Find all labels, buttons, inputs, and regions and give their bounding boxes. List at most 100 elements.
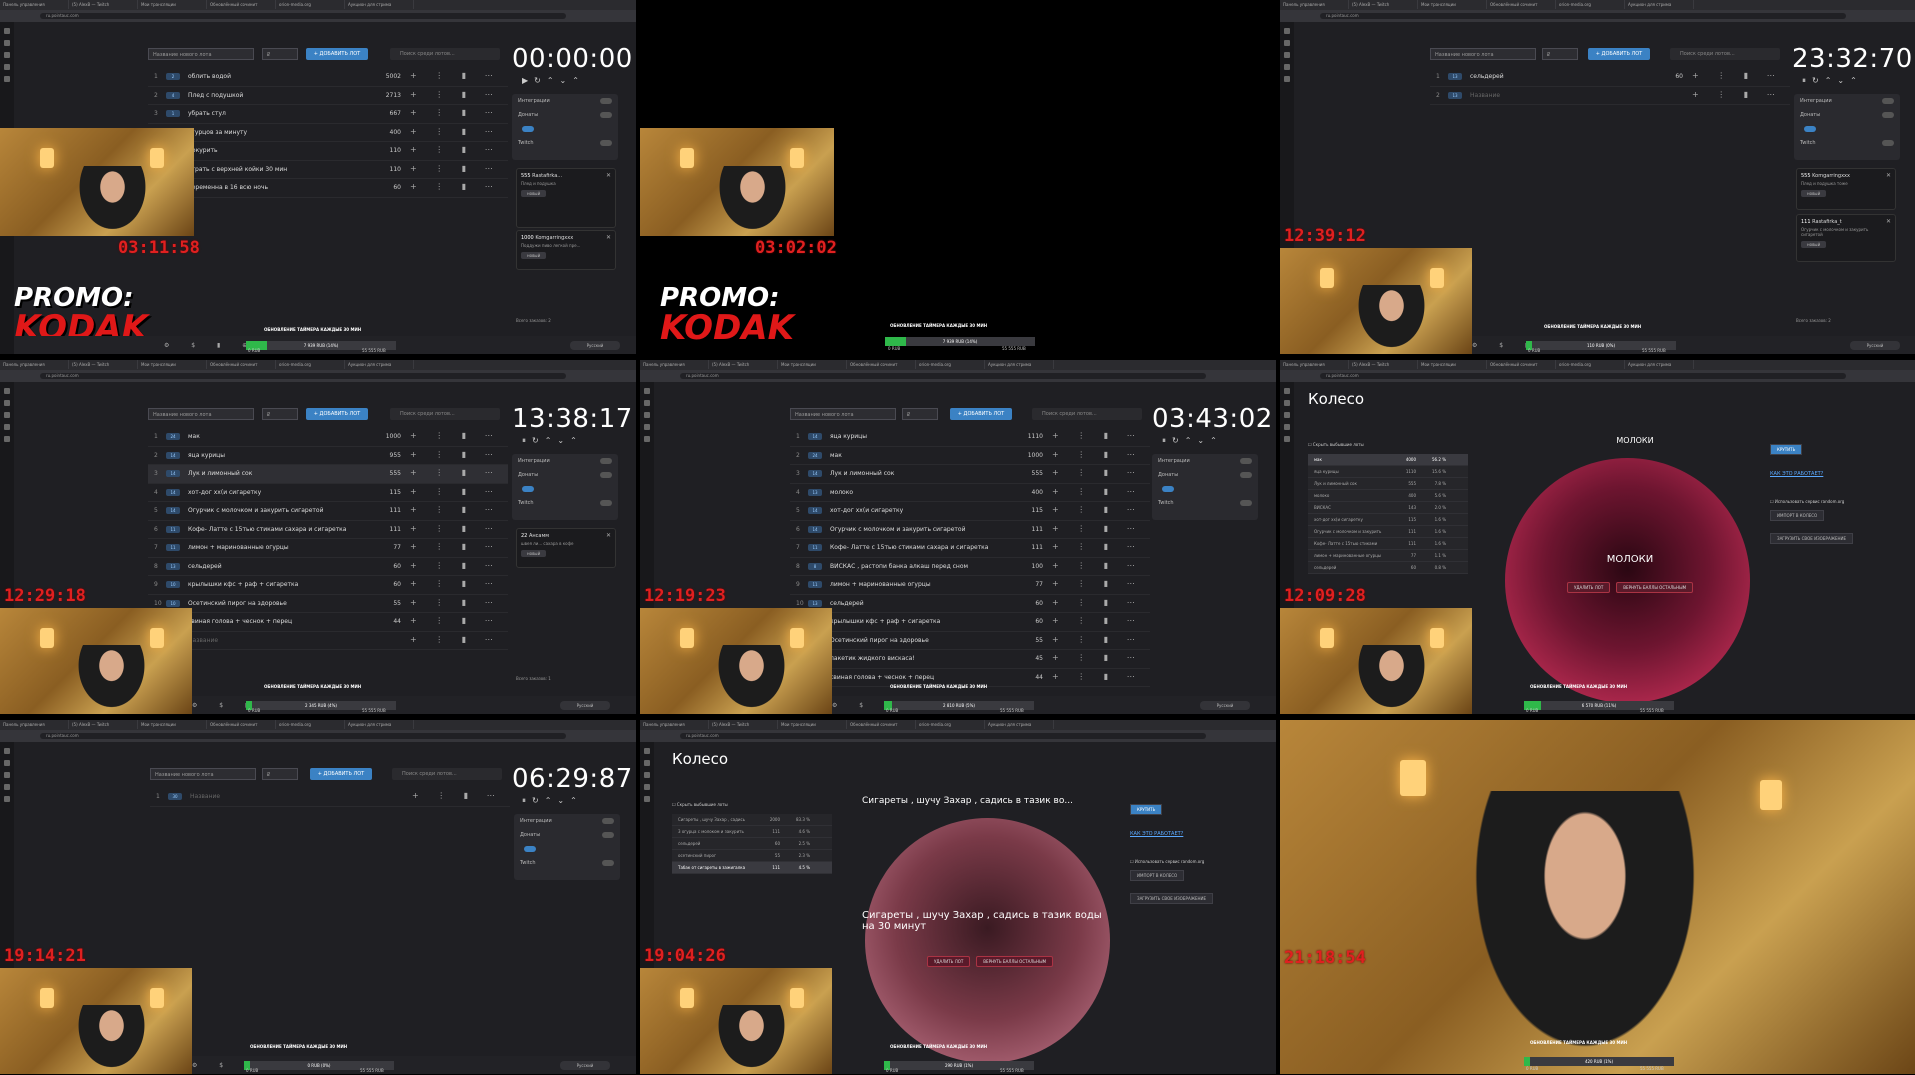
lot-row[interactable]: играть с верхней койки 30 мин 110 + ⋮ ▮ ⋯ [148, 161, 508, 179]
random-org-checkbox[interactable]: ☐ Использовать сервис random.org [1130, 859, 1266, 864]
close-icon[interactable]: ✕ [1886, 218, 1891, 225]
wheel-lot-row[interactable]: осетинский пирог 55 2.3 % [672, 850, 832, 862]
import-button[interactable]: ИМПОРТ В КОЛЕСО [1130, 870, 1185, 881]
lot-row[interactable]: 2 14 яца курицы 955 + ⋮ ▮ ⋯ [148, 447, 508, 465]
language-select[interactable]: Русский [1200, 701, 1250, 710]
wheel-lot-row[interactable]: мак 4000 56.2 % [1308, 454, 1468, 466]
timer-controls[interactable]: ⏸↻⌃⌄⌃ [522, 796, 583, 806]
new-lot-input[interactable]: Название нового лота [148, 48, 254, 60]
wheel-lot-row[interactable]: Табак от сигареты в зажигалка 111 4.5 % [672, 862, 832, 874]
add-lot-button[interactable]: + ДОБАВИТЬ ЛОТ [306, 408, 368, 420]
lot-row[interactable]: пакетик жидкого вискаса! 45 + ⋮ ▮ ⋯ [790, 650, 1150, 669]
browser-tabs[interactable]: Панель управления (5) AlexB — Twitch Мои т… [1280, 360, 1915, 370]
timer-controls[interactable]: ⏸↻⌃⌄⌃ [1802, 76, 1863, 86]
lot-row[interactable]: свиная голова + чеснок + перец 44 + ⋮ ▮ ⋯ [148, 613, 508, 632]
lot-row[interactable]: 5 14 Огурчик с молочком и закурить сигарет… [148, 502, 508, 521]
close-icon[interactable]: ✕ [1886, 172, 1891, 179]
import-button[interactable]: ИМПОРТ В КОЛЕСО [1770, 510, 1825, 521]
twitch-toggle[interactable] [1882, 140, 1894, 146]
new-lot-input[interactable]: Название нового лота [148, 408, 254, 420]
lot-row[interactable]: 3 1 убрать стул 667 + ⋮ ▮ ⋯ [148, 105, 508, 124]
search-input[interactable]: Поиск среди лотов... [1670, 48, 1780, 60]
accept-donation-button[interactable]: новый [521, 550, 547, 557]
browser-tabs[interactable]: Панель управления (5) AlexB — Twitch Мои т… [0, 0, 636, 10]
upload-image-button[interactable]: ЗАГРУЗИТЬ СВОЕ ИЗОБРАЖЕНИЕ [1770, 533, 1854, 544]
add-lot-button[interactable]: + ДОБАВИТЬ ЛОТ [310, 768, 372, 780]
url-bar[interactable]: ru.pointauc.com [0, 730, 636, 742]
close-icon[interactable]: ✕ [606, 234, 611, 241]
lot-row[interactable]: 2 4 Плед с подушкой 2713 + ⋮ ▮ ⋯ [148, 87, 508, 105]
wheel-lot-row[interactable]: яца курицы 1110 15.6 % [1308, 466, 1468, 478]
wheel-lot-row[interactable]: ВИСКАС 143 2.0 % [1308, 502, 1468, 514]
integrations-toggle[interactable] [600, 98, 612, 104]
lot-row[interactable]: 2 24 мак 1000 + ⋮ ▮ ⋯ [790, 447, 1150, 465]
lot-row[interactable]: 10 10 Осетинский пирог на здоровье 55 + ⋮ ▮ … [148, 595, 508, 613]
timer-controls[interactable]: ⏸↻⌃⌄⌃ [522, 436, 583, 446]
delete-lot-button[interactable]: УДАЛИТЬ ЛОТ [1566, 582, 1611, 593]
url-bar[interactable]: ru.pointauc.com [1280, 370, 1915, 382]
lot-row[interactable]: 1 14 яца курицы 1110 + ⋮ ▮ ⋯ [790, 428, 1150, 447]
close-icon[interactable]: ✕ [606, 532, 611, 539]
new-lot-input[interactable]: Название нового лота [790, 408, 896, 420]
search-input[interactable]: Поиск среди лотов... [390, 48, 500, 60]
donations-mode-toggle[interactable] [522, 486, 534, 492]
hide-eliminated-checkbox[interactable]: ☐ Скрыть выбывшие лоты [672, 802, 728, 807]
lot-row[interactable]: 9 11 лимон + маринованные огурцы 77 + ⋮ ▮ ⋯ [790, 576, 1150, 595]
language-select[interactable]: Русский [1850, 341, 1900, 350]
new-lot-input[interactable]: Название нового лота [150, 768, 256, 780]
wheel-lot-row[interactable]: 3 огурца с молоком и закурить 111 4.6 % [672, 826, 832, 838]
wheel-lot-row[interactable]: Лук и лимонный сок 555 7.8 % [1308, 478, 1468, 490]
lot-row[interactable]: 3 14 Лук и лимонный сок 555 + ⋮ ▮ ⋯ [790, 465, 1150, 484]
amount-input[interactable]: ₽ [262, 408, 298, 420]
browser-tabs[interactable]: Панель управления (5) AlexB — Twitch Мои т… [1280, 0, 1915, 10]
lot-row[interactable]: 1 13 сельдерей 60 + ⋮ ▮ ⋯ [1430, 68, 1790, 87]
amount-input[interactable]: ₽ [262, 48, 298, 60]
hide-eliminated-checkbox[interactable]: ☐ Скрыть выбывшие лоты [1308, 442, 1364, 447]
donations-toggle[interactable] [1240, 472, 1252, 478]
lot-row[interactable]: 8 13 сельдерей 60 + ⋮ ▮ ⋯ [148, 558, 508, 576]
how-it-works-link[interactable]: КАК ЭТО РАБОТАЕТ? [1770, 471, 1823, 477]
lot-row[interactable]: покурить 110 + ⋮ ▮ ⋯ [148, 142, 508, 161]
lot-row[interactable]: 8 8 ВИСКАС , растопи банка алкаш перед сно… [790, 558, 1150, 576]
wheel-lot-row[interactable]: Кофе- Латте с 15тью стиками 111 1.6 % [1308, 538, 1468, 550]
lot-row[interactable]: 1 30 Название + ⋮ ▮ ⋯ [150, 788, 510, 807]
accept-donation-button[interactable]: новый [1801, 241, 1827, 248]
donations-mode-toggle[interactable] [1804, 126, 1816, 132]
accept-donation-button[interactable]: новый [521, 252, 547, 259]
timer-controls[interactable]: ▶↻⌃⌄⌃ [522, 76, 585, 85]
spin-button[interactable]: КРУТИТЬ [1770, 444, 1803, 455]
lot-row[interactable]: 4 13 молоко 400 + ⋮ ▮ ⋯ [790, 484, 1150, 502]
lot-row[interactable]: 1 2 облить водой 5002 + ⋮ ▮ ⋯ [148, 68, 508, 87]
lot-row[interactable]: Осетинский пирог на здоровье 55 + ⋮ ▮ ⋯ [790, 632, 1150, 650]
wheel-lot-row[interactable]: Сигареты , шучу Захар , садись 2000 83.3 % [672, 814, 832, 826]
donations-toggle[interactable] [602, 832, 614, 838]
lot-row[interactable]: беременна в 16 всю ночь 60 + ⋮ ▮ ⋯ [148, 179, 508, 198]
language-select[interactable]: Русский [560, 1061, 610, 1070]
accept-donation-button[interactable]: новый [1801, 190, 1827, 197]
lot-row[interactable]: 7 11 Кофе- Латте с 15тью стиками сахара и … [790, 539, 1150, 558]
add-lot-button[interactable]: + ДОБАВИТЬ ЛОТ [306, 48, 368, 60]
donations-toggle[interactable] [600, 472, 612, 478]
close-icon[interactable]: ✕ [606, 172, 611, 179]
donations-mode-toggle[interactable] [522, 126, 534, 132]
random-org-checkbox[interactable]: ☐ Использовать сервис random.org [1770, 499, 1906, 504]
url-bar[interactable]: ru.pointauc.com [1280, 10, 1915, 22]
search-input[interactable]: Поиск среди лотов... [390, 408, 500, 420]
browser-tabs[interactable]: Панель управления (5) AlexB — Twitch Мои т… [640, 360, 1276, 370]
twitch-toggle[interactable] [600, 500, 612, 506]
integrations-toggle[interactable] [600, 458, 612, 464]
donations-toggle[interactable] [1882, 112, 1894, 118]
wheel-lot-row[interactable]: Огурчик с молочком и закурить 111 1.6 % [1308, 526, 1468, 538]
lot-row[interactable]: огурцов за минуту 400 + ⋮ ▮ ⋯ [148, 124, 508, 142]
accept-donation-button[interactable]: новый [521, 190, 547, 197]
add-lot-button[interactable]: + ДОБАВИТЬ ЛОТ [950, 408, 1012, 420]
donations-toggle[interactable] [600, 112, 612, 118]
lot-row[interactable]: Название + ⋮ ▮ ⋯ [148, 632, 508, 650]
url-bar[interactable]: ru.pointauc.com [640, 730, 1276, 742]
prize-wheel[interactable] [865, 818, 1110, 1063]
lot-row[interactable]: 6 11 Кофе- Латте с 15тью стиками сахара и … [148, 521, 508, 539]
search-input[interactable]: Поиск среди лотов... [392, 768, 502, 780]
url-bar[interactable]: ru.pointauc.com [640, 370, 1276, 382]
lot-row[interactable]: 4 14 хот-дог хх(и сигаретку 115 + ⋮ ▮ ⋯ [148, 484, 508, 502]
language-select[interactable]: Русский [560, 701, 610, 710]
